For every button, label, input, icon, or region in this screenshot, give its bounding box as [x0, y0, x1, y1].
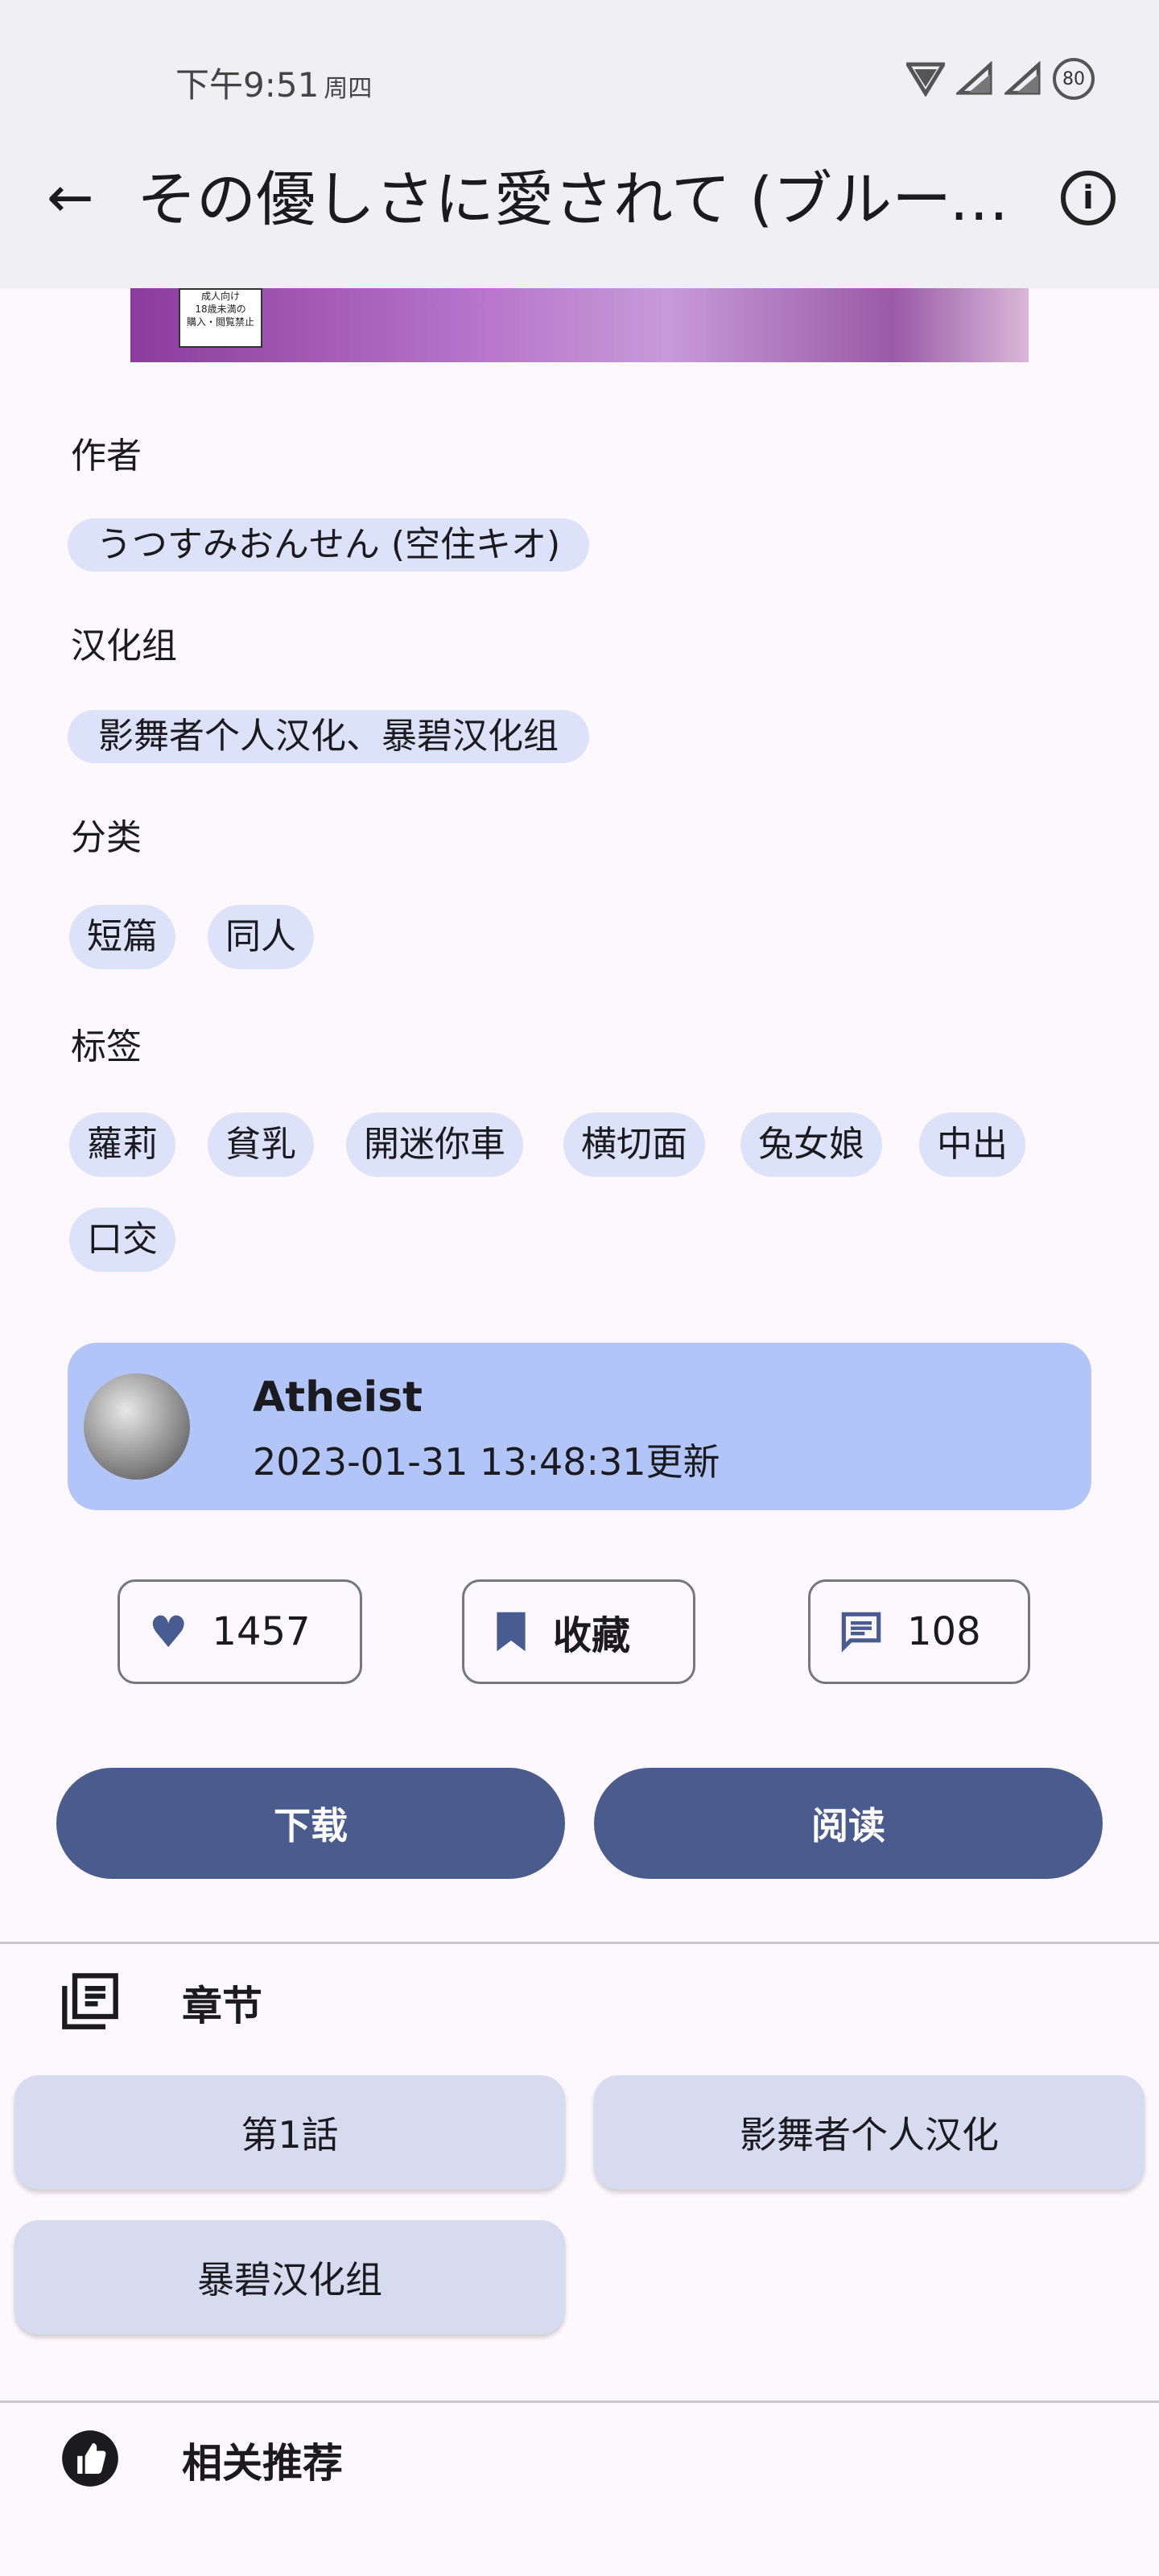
adult-badge: 成人向け 18歳未満の 購入・閲覧禁止 — [179, 288, 262, 348]
battery-icon: 80 — [1053, 58, 1095, 100]
badge-line-2: 18歳未満の — [195, 303, 246, 315]
group-label: 汉化组 — [71, 625, 177, 667]
favorite-label: 收藏 — [553, 1613, 631, 1658]
status-icons: 80 — [906, 58, 1095, 100]
tag-chip[interactable]: 開迷你車 — [346, 1113, 523, 1177]
category-chip[interactable]: 短篇 — [69, 905, 175, 969]
category-label: 分类 — [71, 817, 142, 858]
chapters-title: 章节 — [182, 1983, 262, 2029]
avatar — [84, 1373, 190, 1480]
badge-line-1: 成人向け — [200, 291, 240, 302]
info-icon[interactable]: i — [1061, 171, 1116, 225]
like-count: 1457 — [212, 1609, 311, 1654]
back-arrow-icon[interactable]: ← — [47, 169, 94, 225]
comment-count: 108 — [907, 1609, 981, 1654]
tag-chip[interactable]: 横切面 — [563, 1113, 705, 1177]
uploader-name: Atheist — [253, 1373, 423, 1422]
comment-button[interactable]: 108 — [808, 1579, 1030, 1684]
update-time: 2023-01-31 13:48:31更新 — [253, 1440, 720, 1484]
tag-chip[interactable]: 中出 — [919, 1113, 1025, 1177]
cover-image[interactable]: 成人向け 18歳未満の 購入・閲覧禁止 — [130, 288, 1029, 362]
author-label: 作者 — [71, 436, 142, 477]
signal-icon — [956, 61, 992, 95]
signal-icon-2 — [1004, 61, 1041, 95]
tags-label: 标签 — [71, 1026, 142, 1067]
top-app-bar — [0, 0, 1159, 288]
uploader-card[interactable]: Atheist 2023-01-31 13:48:31更新 — [68, 1343, 1091, 1510]
chapter-item[interactable]: 影舞者个人汉化 — [594, 2075, 1145, 2190]
divider — [0, 2401, 1159, 2403]
category-chip[interactable]: 同人 — [208, 905, 314, 969]
status-day: 周四 — [324, 75, 373, 103]
page-title: その優しさに愛されて (ブルーア... — [137, 165, 1062, 234]
tag-chip[interactable]: 口交 — [69, 1208, 175, 1272]
tag-chip[interactable]: 貧乳 — [208, 1113, 314, 1177]
wifi-icon — [906, 62, 945, 97]
tag-chip[interactable]: 蘿莉 — [69, 1113, 175, 1177]
related-title: 相关推荐 — [182, 2440, 343, 2487]
thumb-up-icon — [62, 2430, 118, 2487]
chapter-item[interactable]: 第1話 — [14, 2075, 565, 2190]
favorite-button[interactable]: 收藏 — [462, 1579, 695, 1684]
author-chip[interactable]: うつすみおんせん (空住キオ) — [68, 518, 589, 572]
status-time: 下午9:51 周四 — [175, 65, 373, 105]
badge-line-3: 購入・閲覧禁止 — [186, 316, 254, 328]
divider — [0, 1942, 1159, 1944]
heart-icon: ♥ — [149, 1606, 188, 1657]
library-books-icon — [62, 1973, 118, 2029]
read-button[interactable]: 阅读 — [594, 1768, 1103, 1879]
like-button[interactable]: ♥ 1457 — [118, 1579, 362, 1684]
bookmark-icon — [497, 1612, 526, 1652]
comment-icon — [841, 1612, 881, 1653]
group-chip[interactable]: 影舞者个人汉化、暴碧汉化组 — [68, 710, 589, 763]
chapter-item[interactable]: 暴碧汉化组 — [14, 2220, 565, 2334]
tag-chip[interactable]: 兔女娘 — [740, 1113, 882, 1177]
download-button[interactable]: 下载 — [56, 1768, 565, 1879]
